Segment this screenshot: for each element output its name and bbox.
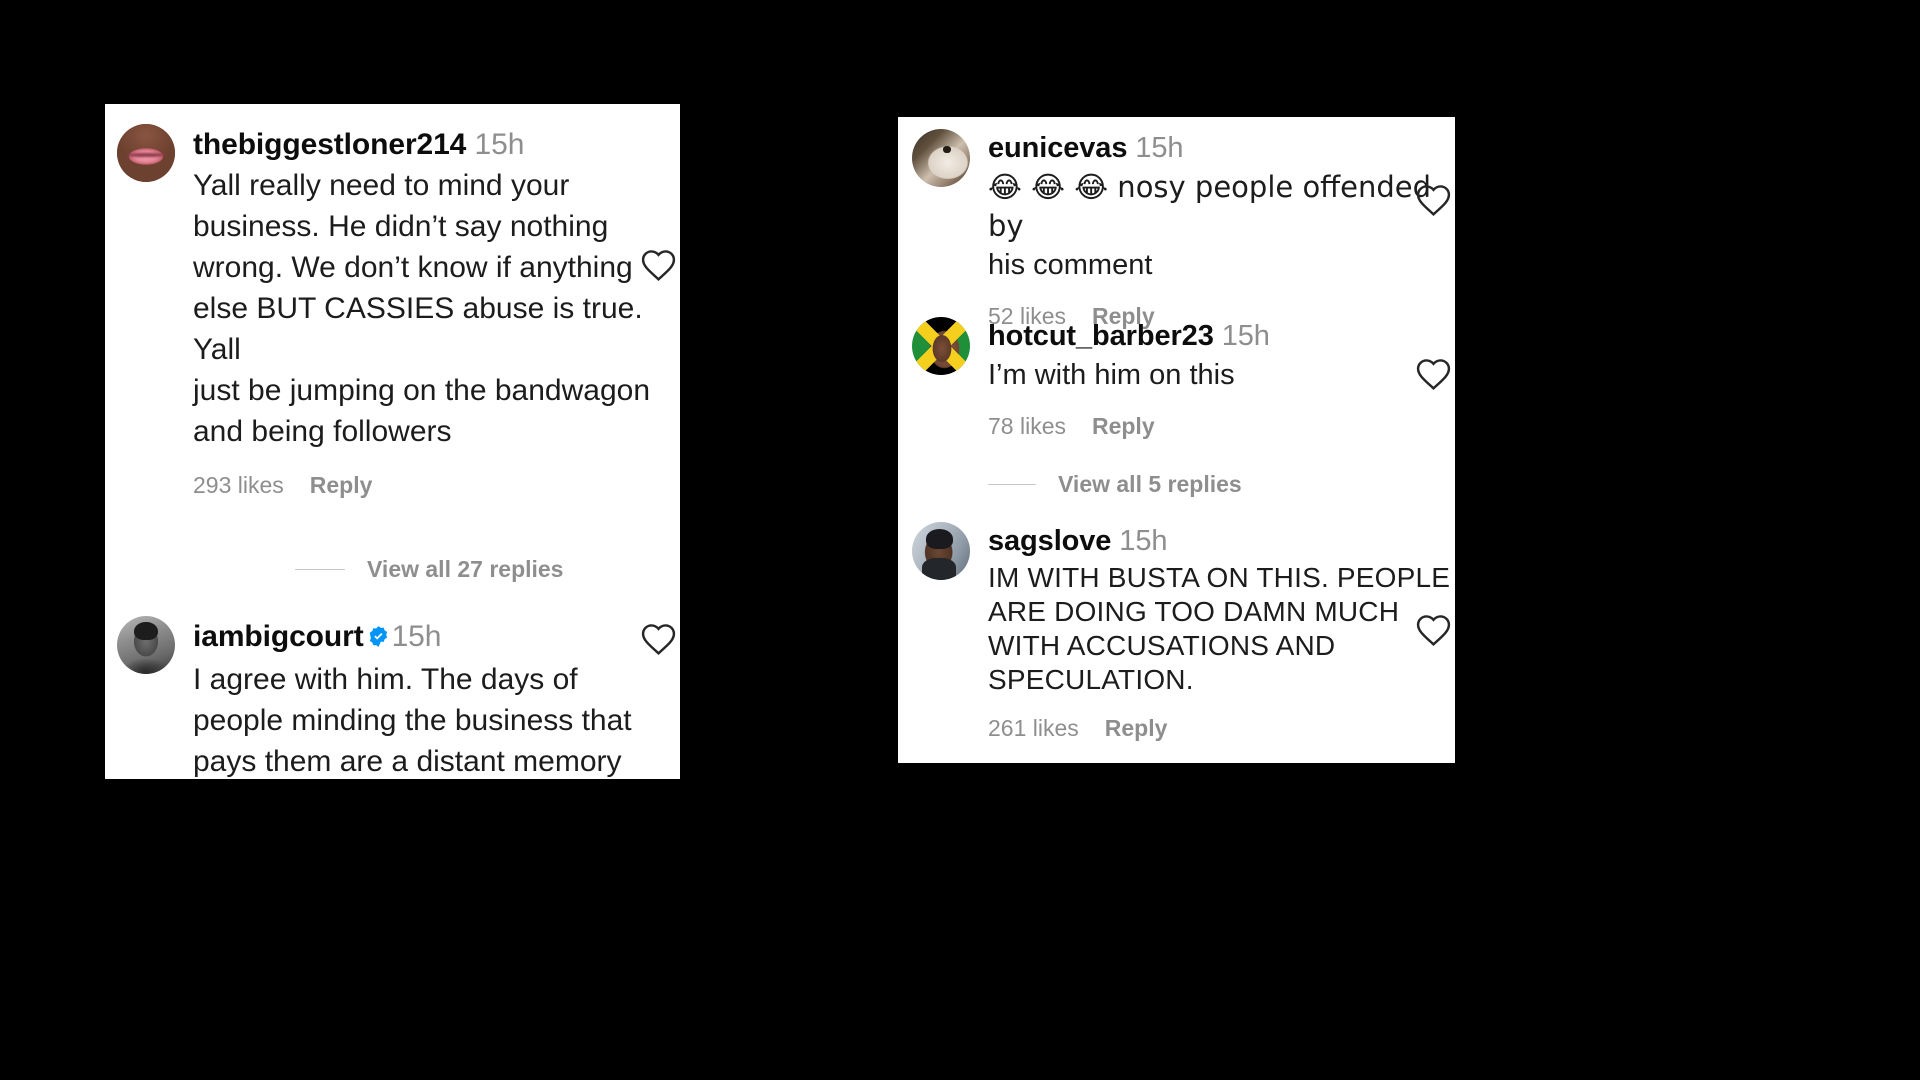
comment-text-line: else BUT CASSIES abuse is true. Yall — [193, 292, 643, 366]
view-replies-button[interactable]: View all 27 replies — [295, 556, 563, 583]
avatar-sagslove[interactable] — [912, 522, 970, 580]
comment-text-line: 😂 😂 😂 nosy people offended by — [988, 170, 1432, 243]
comment-body: iambigcourt 15h I agree with him. The day… — [193, 616, 677, 779]
like-count[interactable]: 261 likes — [988, 715, 1079, 742]
comment-eunicevas: eunicevas 15h 😂 😂 😂 nosy people offended… — [912, 129, 1452, 330]
comment-body: eunicevas 15h 😂 😂 😂 nosy people offended… — [988, 129, 1452, 330]
comment-text-line: and being followers — [193, 415, 452, 448]
comment-text-line: I agree with him. The days of — [193, 663, 578, 696]
comment-text-line: ARE DOING TOO DAMN MUCH — [988, 596, 1400, 627]
comment-text-line: just be jumping on the bandwagon — [193, 374, 651, 407]
comment-text: I agree with him. The days of people min… — [193, 659, 677, 779]
comment-meta: 78 likes Reply — [988, 413, 1452, 440]
username-link[interactable]: hotcut_barber23 — [988, 320, 1214, 352]
comment-text: I’m with him on this — [988, 356, 1452, 395]
comment-iambigcourt: iambigcourt 15h I agree with him. The day… — [117, 616, 677, 779]
divider-dash — [988, 484, 1036, 485]
timestamp: 15h — [1135, 132, 1184, 164]
verified-badge-icon — [367, 618, 390, 659]
comment-text-line: pays them are a distant memory — [193, 745, 622, 778]
like-count[interactable]: 293 likes — [193, 472, 284, 499]
comment-text: IM WITH BUSTA ON THIS. PEOPLE ARE DOING … — [988, 561, 1452, 697]
timestamp: 15h — [1119, 525, 1168, 557]
divider-dash — [295, 569, 345, 570]
comment-header: thebiggestloner214 15h — [193, 124, 677, 165]
comment-card-right: eunicevas 15h 😂 😂 😂 nosy people offended… — [898, 117, 1455, 763]
avatar-thebiggestloner214[interactable] — [117, 124, 175, 182]
like-heart-icon[interactable] — [640, 248, 677, 287]
view-replies-label: View all 5 replies — [1058, 471, 1242, 497]
comment-text-line: I’m with him on this — [988, 359, 1235, 391]
comment-meta: 261 likes Reply — [988, 715, 1452, 742]
comment-text-line: business. He didn’t say nothing — [193, 210, 609, 243]
comment-header: sagslove 15h — [988, 522, 1452, 561]
comment-body: sagslove 15h IM WITH BUSTA ON THIS. PEOP… — [988, 522, 1452, 742]
view-replies-label: View all 27 replies — [367, 556, 564, 582]
reply-button[interactable]: Reply — [1105, 715, 1168, 742]
comment-thebiggestloner214: thebiggestloner214 15h Yall really need … — [117, 124, 677, 499]
reply-button[interactable]: Reply — [1092, 413, 1155, 440]
comment-text-line: SPECULATION. — [988, 664, 1194, 695]
view-replies-button[interactable]: View all 5 replies — [988, 471, 1242, 498]
comment-text-line: Yall really need to mind your — [193, 169, 570, 202]
avatar-hotcut-barber23[interactable] — [912, 317, 970, 375]
comment-card-left: thebiggestloner214 15h Yall really need … — [105, 104, 680, 779]
comment-text-line: his comment — [988, 249, 1153, 281]
timestamp: 15h — [391, 620, 442, 653]
like-count[interactable]: 78 likes — [988, 413, 1066, 440]
like-heart-icon[interactable] — [1415, 357, 1452, 396]
username-link[interactable]: sagslove — [988, 525, 1111, 557]
comment-body: thebiggestloner214 15h Yall really need … — [193, 124, 677, 499]
like-heart-icon[interactable] — [640, 622, 677, 661]
comment-header: eunicevas 15h — [988, 129, 1452, 168]
comment-text: Yall really need to mind your business. … — [193, 165, 677, 452]
comment-hotcut-barber23: hotcut_barber23 15h I’m with him on this… — [912, 317, 1452, 440]
comment-sagslove: sagslove 15h IM WITH BUSTA ON THIS. PEOP… — [912, 522, 1452, 742]
comment-text-line: IM WITH BUSTA ON THIS. PEOPLE — [988, 562, 1451, 593]
reply-button[interactable]: Reply — [310, 472, 373, 499]
username-link[interactable]: iambigcourt — [193, 620, 364, 653]
like-heart-icon[interactable] — [1415, 613, 1452, 652]
timestamp: 15h — [474, 128, 525, 161]
comment-text: 😂 😂 😂 nosy people offended by his commen… — [988, 168, 1452, 285]
comment-text-line: people minding the business that — [193, 704, 632, 737]
like-heart-icon[interactable] — [1415, 183, 1452, 222]
comment-meta: 293 likes Reply — [193, 472, 677, 499]
comment-text-line: wrong. We don’t know if anything — [193, 251, 633, 284]
screenshot-canvas: thebiggestloner214 15h Yall really need … — [0, 0, 1920, 1080]
timestamp: 15h — [1221, 320, 1270, 352]
comment-text-line: WITH ACCUSATIONS AND — [988, 630, 1336, 661]
comment-header: iambigcourt 15h — [193, 616, 677, 659]
username-link[interactable]: eunicevas — [988, 132, 1127, 164]
comment-header: hotcut_barber23 15h — [988, 317, 1452, 356]
avatar-iambigcourt[interactable] — [117, 616, 175, 674]
username-link[interactable]: thebiggestloner214 — [193, 128, 466, 161]
comment-body: hotcut_barber23 15h I’m with him on this… — [988, 317, 1452, 440]
avatar-eunicevas[interactable] — [912, 129, 970, 187]
